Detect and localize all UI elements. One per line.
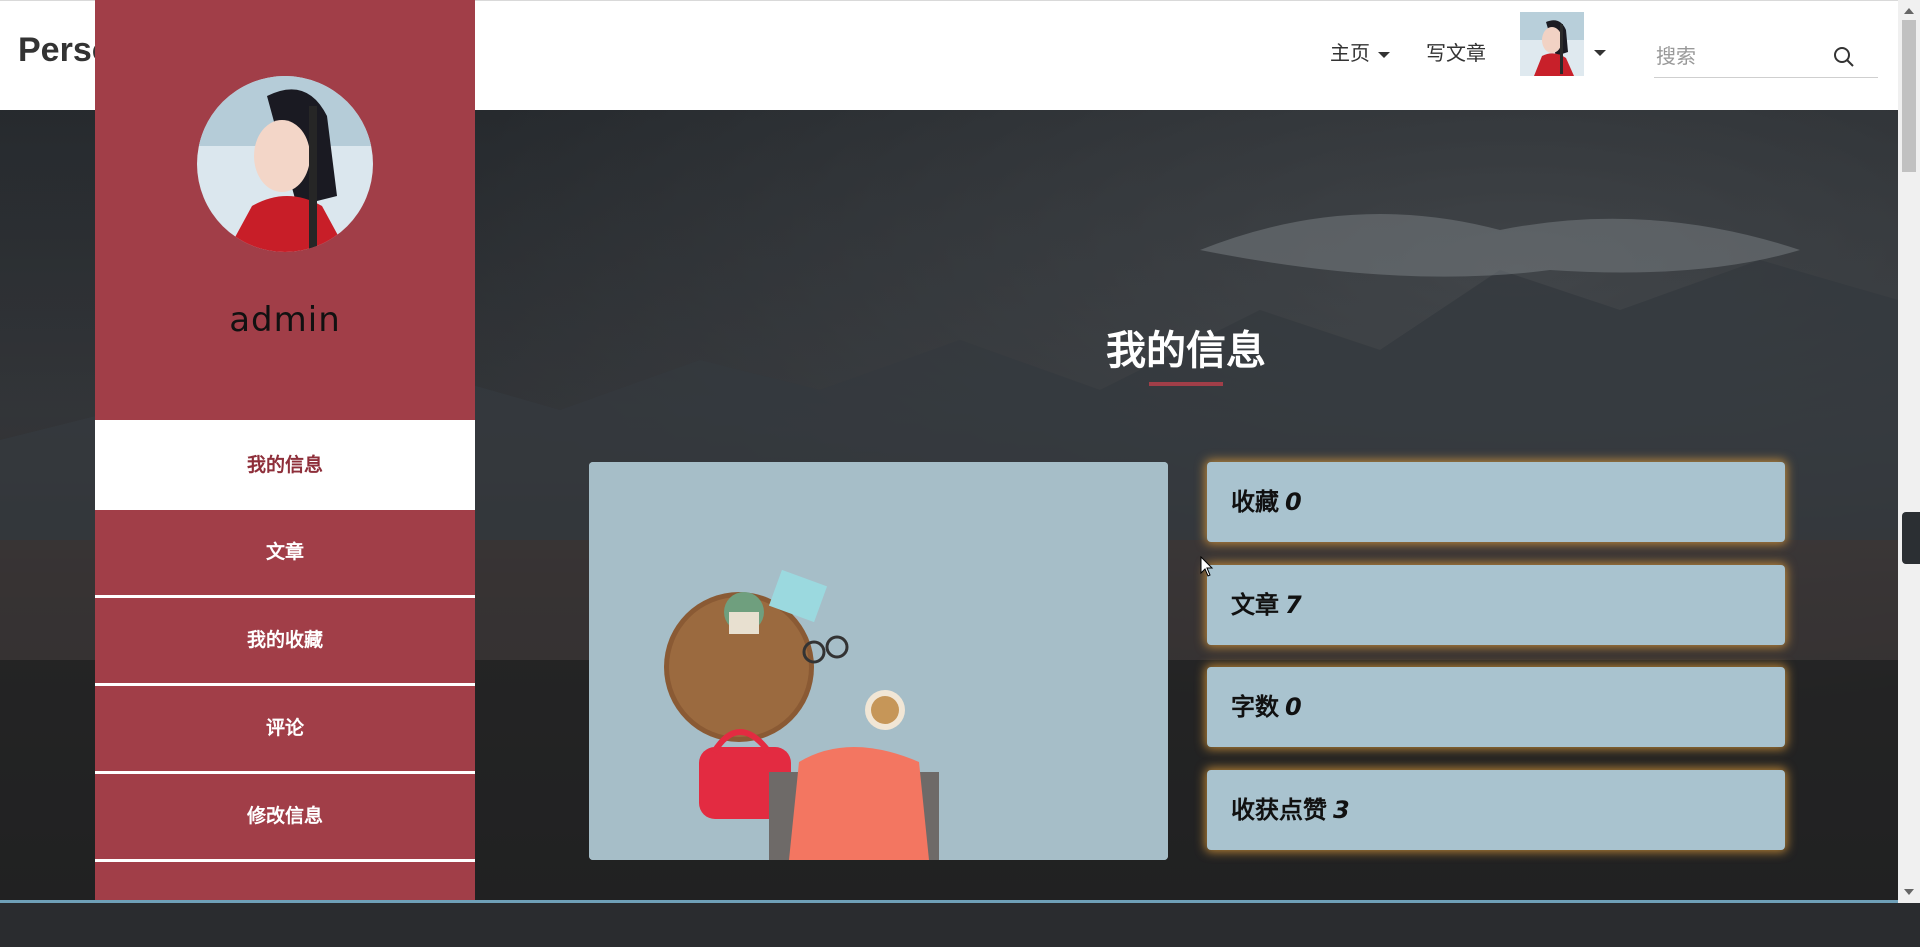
stat-card-word-count[interactable]: 字数 0 (1207, 667, 1785, 747)
chevron-down-icon (1378, 51, 1390, 58)
user-avatar-icon[interactable] (1520, 12, 1584, 76)
search-box (1654, 37, 1878, 78)
sidebar-item-more[interactable] (95, 862, 475, 947)
page-title: 我的信息 (1106, 328, 1266, 374)
stat-card-likes[interactable]: 收获点赞 3 (1207, 770, 1785, 850)
profile-sidebar: admin 我的信息 文章 我的收藏 评论 修改信息 (95, 0, 475, 903)
sidebar-item-favorites[interactable]: 我的收藏 (95, 598, 475, 686)
stat-value: 3 (1333, 796, 1350, 824)
nav-write-article[interactable]: 写文章 (1426, 37, 1486, 66)
stat-value: 0 (1285, 693, 1302, 721)
sidebar-menu: 我的信息 文章 我的收藏 评论 修改信息 (95, 420, 475, 947)
stat-card-articles[interactable]: 文章 7 (1207, 565, 1785, 645)
search-input[interactable] (1654, 37, 1838, 75)
title-underline (1149, 382, 1223, 386)
scroll-up-icon[interactable] (1904, 8, 1914, 14)
nav-home-dropdown[interactable]: 主页 (1330, 37, 1390, 66)
sidebar-item-comments[interactable]: 评论 (95, 686, 475, 774)
mouse-cursor-icon (1200, 556, 1214, 577)
search-icon[interactable] (1832, 45, 1856, 69)
chevron-down-icon[interactable] (1594, 50, 1606, 56)
stat-card-favorites[interactable]: 收藏 0 (1207, 462, 1785, 542)
sidebar-item-edit-info[interactable]: 修改信息 (95, 774, 475, 862)
scroll-thumb[interactable] (1902, 20, 1916, 172)
nav-home-label: 主页 (1330, 41, 1370, 65)
stat-label: 收获点赞 (1231, 796, 1327, 824)
side-widget-handle[interactable] (1902, 512, 1920, 564)
stat-value: 7 (1285, 591, 1302, 619)
stat-value: 0 (1285, 488, 1302, 516)
page-scrollbar[interactable] (1898, 0, 1920, 903)
scroll-down-icon[interactable] (1904, 889, 1914, 895)
stat-label: 收藏 (1231, 488, 1279, 516)
sidebar-item-articles[interactable]: 文章 (95, 510, 475, 598)
profile-avatar (197, 76, 373, 252)
sidebar-item-my-info[interactable]: 我的信息 (95, 420, 475, 510)
profile-username: admin (229, 300, 341, 340)
stat-label: 文章 (1231, 591, 1279, 619)
stat-label: 字数 (1231, 693, 1279, 721)
feature-image (589, 462, 1168, 860)
